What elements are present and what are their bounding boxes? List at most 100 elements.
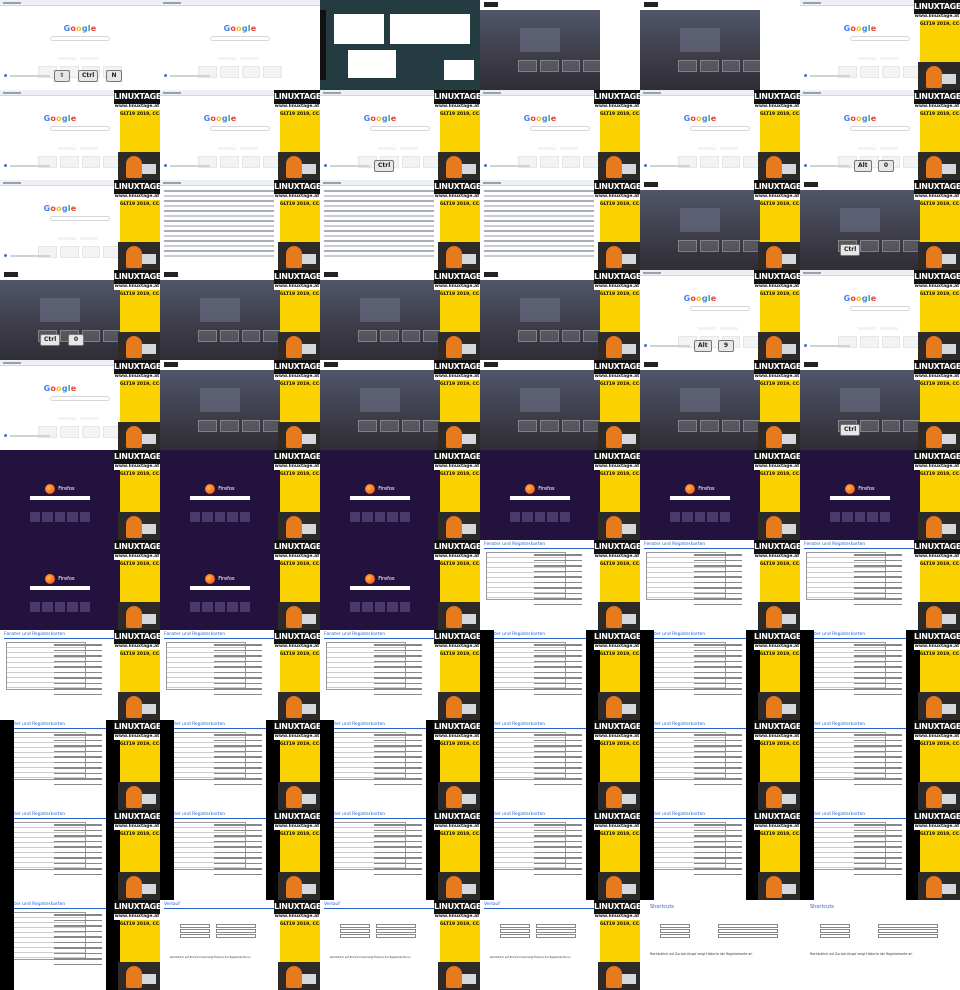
firefox-search-box[interactable] — [30, 496, 90, 500]
thumbnail[interactable]: Ctrl 0 LINUXTAGE www.linuxtage.at GLT19 2019… — [0, 270, 160, 360]
thumbnail[interactable]: LINUXTAGEwww.linuxtage.at GLT19 2019, CC-… — [320, 360, 480, 450]
shortcut-tile[interactable] — [263, 66, 282, 78]
thumbnail[interactable]: Fenster und Registerkarten LINUXTAGE www.l… — [160, 810, 320, 900]
firefox-search-box[interactable] — [190, 496, 250, 500]
shortcut-tile[interactable] — [81, 330, 101, 342]
top-site-tile[interactable] — [510, 512, 521, 522]
shortcut-tile[interactable] — [401, 420, 421, 432]
shortcut-tile[interactable] — [743, 60, 762, 72]
google-search-box[interactable] — [850, 126, 910, 131]
lucky-button[interactable] — [720, 147, 738, 150]
shortcut-tile[interactable] — [81, 156, 101, 168]
top-site-tile[interactable] — [202, 512, 213, 522]
google-search-box[interactable] — [850, 36, 910, 41]
search-button[interactable] — [698, 147, 716, 150]
search-button[interactable] — [58, 57, 76, 60]
thumbnail[interactable]: Firefox LINUXTAGE www.linuxtage.at GLT19 20… — [320, 540, 480, 630]
shortcut-tile[interactable] — [219, 420, 239, 432]
top-site-tile[interactable] — [707, 512, 718, 522]
thumbnail[interactable]: Fenster und Registerkarten LINUXTAGE www.l… — [320, 720, 480, 810]
shortcut-tile[interactable] — [561, 420, 581, 432]
top-site-tile[interactable] — [350, 602, 361, 612]
shortcut-tile[interactable] — [539, 156, 559, 168]
thumbnail[interactable]: Fenster und Registerkarten LINUXTAGE www.l… — [320, 810, 480, 900]
shortcut-tile[interactable] — [241, 66, 261, 78]
google-search-box[interactable] — [690, 126, 750, 131]
thumbnail[interactable]: Google ⇧ Ctrl N — [0, 0, 160, 90]
thumbnail[interactable]: Verlauf Rechtsklick auf Zurück-Knopf zeig… — [160, 900, 320, 990]
top-site-tile[interactable] — [214, 602, 226, 612]
shortcut-tile[interactable] — [81, 246, 101, 258]
shortcut-tile[interactable] — [59, 426, 79, 438]
top-site-tile[interactable] — [54, 602, 66, 612]
top-site-tile[interactable] — [79, 512, 91, 522]
thumbnail[interactable]: Fenster und Registerkarten LINUXTAGE www.l… — [320, 630, 480, 720]
top-site-tile[interactable] — [67, 602, 78, 612]
search-button[interactable] — [58, 237, 76, 240]
top-site-tile[interactable] — [854, 512, 866, 522]
lucky-button[interactable] — [880, 57, 898, 60]
lucky-button[interactable] — [240, 57, 258, 60]
top-site-tile[interactable] — [682, 512, 693, 522]
shortcut-tile[interactable] — [539, 420, 559, 432]
top-site-tile[interactable] — [227, 512, 238, 522]
thumbnail[interactable]: Ctrl LINUXTAGE www.linuxtage.at GLT19 2019,… — [800, 360, 960, 450]
thumbnail[interactable]: Google LINUXTAGE www.linuxtage.at GLT19 201… — [0, 180, 160, 270]
shortcut-tile[interactable] — [721, 420, 741, 432]
search-button[interactable] — [858, 57, 876, 60]
shortcut-tile[interactable] — [561, 60, 581, 72]
lucky-button[interactable] — [400, 147, 418, 150]
shortcut-tile[interactable] — [358, 420, 377, 432]
shortcut-tile[interactable] — [881, 240, 901, 252]
thumbnail[interactable]: Fenster und Registerkarten LINUXTAGE www.l… — [0, 720, 160, 810]
thumbnail[interactable]: Fenster und Registerkarten LINUXTAGE www.l… — [640, 540, 800, 630]
top-site-tile[interactable] — [559, 512, 571, 522]
shortcut-tile[interactable] — [699, 156, 719, 168]
google-search-box[interactable] — [210, 126, 270, 131]
search-button[interactable] — [378, 147, 396, 150]
shortcut-tile[interactable] — [699, 240, 719, 252]
google-search-box[interactable] — [850, 306, 910, 311]
shortcut-tile[interactable] — [241, 330, 261, 342]
thumbnail[interactable]: Fenster und Registerkarten LINUXTAGE www.l… — [640, 810, 800, 900]
lucky-button[interactable] — [720, 327, 738, 330]
top-site-tile[interactable] — [362, 512, 373, 522]
thumbnail[interactable]: Fenster und Registerkarten LINUXTAGE www.l… — [800, 540, 960, 630]
top-site-tile[interactable] — [42, 512, 53, 522]
search-button[interactable] — [538, 147, 556, 150]
google-search-box[interactable] — [50, 126, 110, 131]
firefox-search-box[interactable] — [670, 496, 730, 500]
thumbnail[interactable]: Shortcuts Rechtsklick auf Zurück-Knopf ze… — [800, 900, 960, 990]
top-site-tile[interactable] — [30, 602, 41, 612]
google-search-box[interactable] — [690, 306, 750, 311]
thumbnail[interactable]: Firefox LINUXTAGE www.linuxtage.at GLT19 20… — [480, 450, 640, 540]
thumbnail[interactable]: LINUXTAGEwww.linuxtage.at GLT19 2019, CC-… — [480, 360, 640, 450]
search-button[interactable] — [858, 327, 876, 330]
google-search-box[interactable] — [50, 216, 110, 221]
top-site-tile[interactable] — [374, 602, 386, 612]
top-site-tile[interactable] — [42, 602, 53, 612]
top-site-tile[interactable] — [670, 512, 681, 522]
shortcut-tile[interactable] — [518, 330, 537, 342]
top-site-tile[interactable] — [67, 512, 78, 522]
lucky-button[interactable] — [80, 57, 98, 60]
firefox-search-box[interactable] — [350, 496, 410, 500]
shortcut-tile[interactable] — [678, 240, 697, 252]
top-site-tile[interactable] — [534, 512, 546, 522]
top-site-tile[interactable] — [214, 512, 226, 522]
thumbnail[interactable]: Fenster und Registerkarten LINUXTAGE www.l… — [800, 630, 960, 720]
thumbnail[interactable]: LINUXTAGEwww.linuxtage.at GLT19 2019, CC-… — [320, 270, 480, 360]
thumbnail[interactable]: Google LINUXTAGE www.linuxtage.at GLT19 201… — [0, 360, 160, 450]
top-site-tile[interactable] — [350, 512, 361, 522]
thumbnail[interactable]: Fenster und Registerkarten LINUXTAGE www.l… — [480, 540, 640, 630]
google-search-box[interactable] — [530, 126, 590, 131]
thumbnail[interactable]: Google Ctrl LINUXTAGE www.linuxtage.at GLT19… — [320, 90, 480, 180]
top-site-tile[interactable] — [190, 602, 201, 612]
thumbnail[interactable]: Google LINUXTAGE www.linuxtage.at GLT19 201… — [160, 90, 320, 180]
lucky-button[interactable] — [560, 147, 578, 150]
shortcut-tile[interactable] — [358, 330, 377, 342]
top-site-tile[interactable] — [374, 512, 386, 522]
thumbnail[interactable]: Firefox LINUXTAGE www.linuxtage.at GLT19 20… — [0, 450, 160, 540]
firefox-search-box[interactable] — [350, 586, 410, 590]
top-site-tile[interactable] — [30, 512, 41, 522]
